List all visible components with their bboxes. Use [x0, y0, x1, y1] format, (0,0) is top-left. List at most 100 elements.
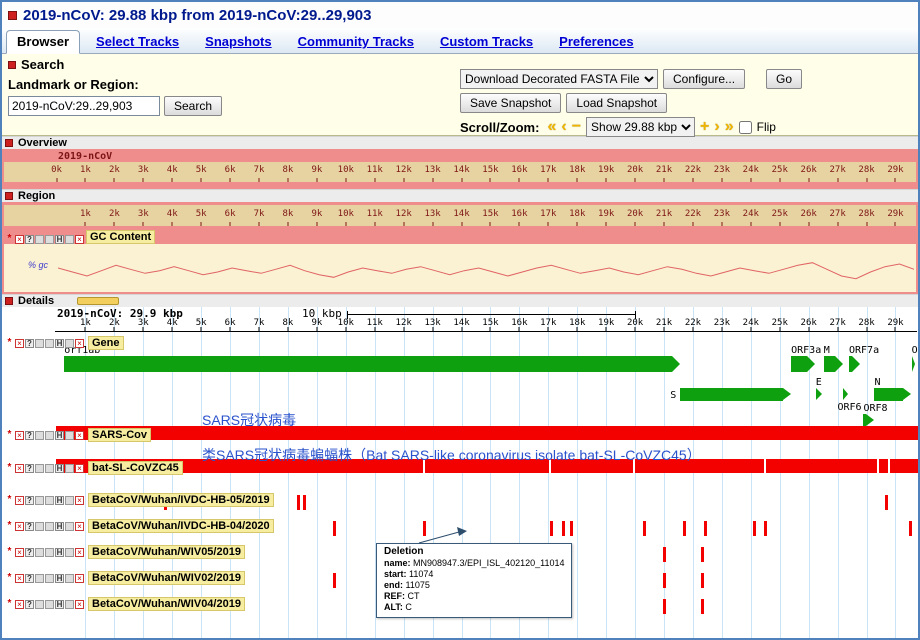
share-track-icon[interactable] — [65, 431, 74, 440]
variant-tick[interactable] — [764, 521, 767, 536]
share-track-icon[interactable] — [65, 464, 74, 473]
configure-button[interactable]: Configure... — [663, 69, 745, 89]
variant-tick[interactable] — [562, 521, 565, 536]
variant-tick[interactable] — [333, 573, 336, 588]
config-track-icon[interactable] — [35, 339, 44, 348]
variant-tick[interactable] — [885, 495, 888, 510]
help-track-icon[interactable]: ? — [25, 431, 34, 440]
variant-tick[interactable] — [663, 599, 666, 614]
track-title-sars-cov[interactable]: *×?H×SARS-Cov — [5, 428, 151, 442]
share-track-icon[interactable] — [65, 235, 74, 244]
delete-track-icon[interactable]: × — [75, 496, 84, 505]
zoom-out-icon[interactable]: − — [572, 119, 581, 135]
go-button[interactable]: Go — [766, 69, 802, 89]
help-track-icon[interactable]: ? — [25, 548, 34, 557]
save-track-icon[interactable] — [45, 235, 54, 244]
save-track-icon[interactable] — [45, 600, 54, 609]
track-title-gc-content[interactable]: GC Content — [86, 230, 155, 244]
share-track-icon[interactable] — [65, 522, 74, 531]
collapse-track-icon[interactable]: * — [5, 522, 14, 531]
share-track-icon[interactable] — [65, 600, 74, 609]
help-track-icon[interactable]: ? — [25, 235, 34, 244]
zoom-level-select[interactable]: Show 29.88 kbp — [586, 117, 695, 137]
track-title-betacov-wuhan-wiv04-2019[interactable]: *×?H×BetaCoV/Wuhan/WIV04/2019 — [5, 597, 245, 611]
variant-tick[interactable] — [753, 521, 756, 536]
collapse-track-icon[interactable]: * — [5, 574, 14, 583]
variant-tick[interactable] — [333, 521, 336, 536]
delete-track-icon[interactable]: × — [75, 548, 84, 557]
overview-panel[interactable]: 2019-nCoV 0k1k2k3k4k5k6k7k8k9k10k11k12k1… — [2, 149, 918, 189]
highlight-track-icon[interactable]: H — [55, 496, 64, 505]
save-track-icon[interactable] — [45, 522, 54, 531]
collapse-track-icon[interactable]: * — [5, 600, 14, 609]
gene-glyph-N[interactable] — [874, 388, 902, 401]
save-track-icon[interactable] — [45, 574, 54, 583]
save-track-icon[interactable] — [45, 548, 54, 557]
tab-preferences[interactable]: Preferences — [549, 31, 643, 53]
highlight-track-icon[interactable]: H — [55, 522, 64, 531]
variant-tick[interactable] — [550, 521, 553, 536]
tab-browser[interactable]: Browser — [6, 30, 80, 54]
download-select[interactable]: Download Decorated FASTA File — [460, 69, 658, 89]
track-title-betacov-wuhan-wiv05-2019[interactable]: *×?H×BetaCoV/Wuhan/WIV05/2019 — [5, 545, 245, 559]
variant-tick[interactable] — [663, 547, 666, 562]
variant-tick[interactable] — [663, 573, 666, 588]
tab-snapshots[interactable]: Snapshots — [195, 31, 281, 53]
variant-tick[interactable] — [704, 521, 707, 536]
config-track-icon[interactable] — [35, 431, 44, 440]
track-title-betacov-wuhan-wiv02-2019[interactable]: *×?H×BetaCoV/Wuhan/WIV02/2019 — [5, 571, 245, 585]
gene-glyph-S[interactable] — [680, 388, 783, 401]
help-track-icon[interactable]: ? — [25, 574, 34, 583]
share-track-icon[interactable] — [65, 548, 74, 557]
variant-tick[interactable] — [643, 521, 646, 536]
pan-right-icon[interactable]: › — [714, 119, 719, 135]
landmark-input[interactable] — [8, 96, 160, 116]
collapse-track-icon[interactable]: * — [5, 339, 14, 348]
save-track-icon[interactable] — [45, 496, 54, 505]
flip-checkbox[interactable] — [739, 121, 752, 134]
config-track-icon[interactable] — [35, 574, 44, 583]
highlight-track-icon[interactable]: H — [55, 431, 64, 440]
highlight-track-icon[interactable]: H — [55, 574, 64, 583]
gene-glyph-M[interactable] — [824, 356, 835, 372]
share-track-icon[interactable] — [65, 496, 74, 505]
variant-tick[interactable] — [297, 495, 300, 510]
highlight-track-icon[interactable]: H — [55, 339, 64, 348]
config-track-icon[interactable] — [35, 522, 44, 531]
highlight-track-icon[interactable]: H — [55, 464, 64, 473]
share-track-icon[interactable] — [65, 339, 74, 348]
gene-glyph-orf1ab[interactable] — [64, 356, 672, 372]
config-track-icon[interactable] — [35, 235, 44, 244]
track-title-betacov-wuhan-ivdc-hb-04-2020[interactable]: *×?H×BetaCoV/Wuhan/IVDC-HB-04/2020 — [5, 519, 274, 533]
close-track-icon[interactable]: × — [15, 431, 24, 440]
collapse-section-icon[interactable] — [8, 61, 16, 69]
pan-far-right-icon[interactable]: » — [725, 119, 734, 135]
close-track-icon[interactable]: × — [15, 496, 24, 505]
close-track-icon[interactable]: × — [15, 235, 24, 244]
variant-tick[interactable] — [909, 521, 912, 536]
delete-track-icon[interactable]: × — [75, 600, 84, 609]
save-snapshot-button[interactable]: Save Snapshot — [460, 93, 561, 113]
variant-tick[interactable] — [701, 573, 704, 588]
collapse-section-icon[interactable] — [5, 139, 13, 147]
close-track-icon[interactable]: × — [15, 464, 24, 473]
close-track-icon[interactable]: × — [15, 339, 24, 348]
close-track-icon[interactable]: × — [15, 574, 24, 583]
variant-tick[interactable] — [683, 521, 686, 536]
delete-track-icon[interactable]: × — [75, 431, 84, 440]
pan-far-left-icon[interactable]: « — [547, 119, 556, 135]
save-track-icon[interactable] — [45, 339, 54, 348]
close-track-icon[interactable]: × — [15, 548, 24, 557]
details-pan-handle[interactable] — [77, 297, 119, 305]
close-track-icon[interactable]: × — [15, 600, 24, 609]
config-track-icon[interactable] — [35, 464, 44, 473]
share-track-icon[interactable] — [65, 574, 74, 583]
save-track-icon[interactable] — [45, 464, 54, 473]
help-track-icon[interactable]: ? — [25, 600, 34, 609]
pan-left-icon[interactable]: ‹ — [561, 119, 566, 135]
highlight-track-icon[interactable]: H — [55, 600, 64, 609]
delete-track-icon[interactable]: × — [75, 339, 84, 348]
collapse-section-icon[interactable] — [8, 11, 17, 20]
gene-glyph-ORF3a[interactable] — [791, 356, 807, 372]
delete-track-icon[interactable]: × — [75, 235, 84, 244]
